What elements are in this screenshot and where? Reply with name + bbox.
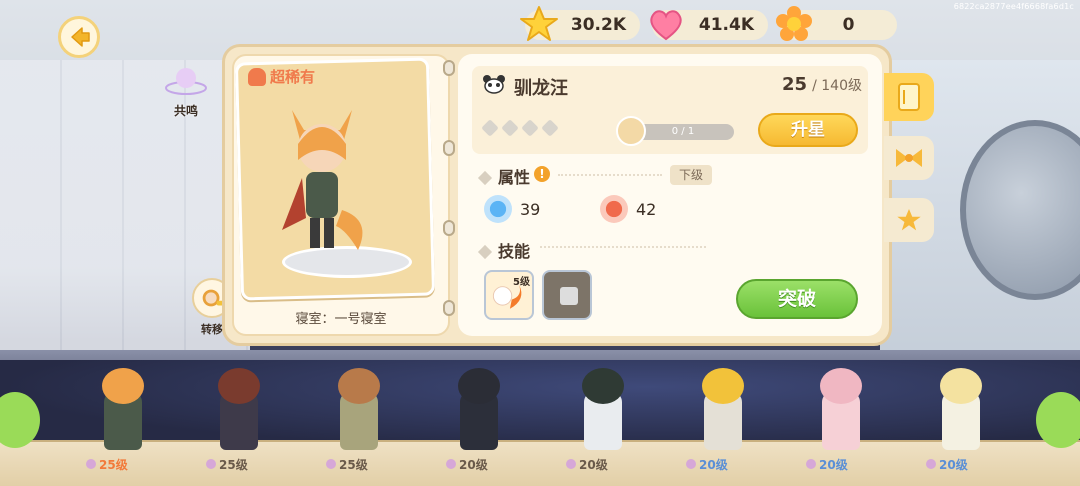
skill-level: 5级: [513, 277, 530, 288]
hero-roster: [0, 350, 1080, 486]
tab-talent[interactable]: [884, 198, 934, 242]
star-icon: [520, 6, 558, 41]
attributes-title-text: 属性: [498, 168, 531, 187]
star-slot-icon: [541, 119, 559, 137]
hero-level: 25 / 140级: [760, 74, 862, 95]
roster-level: 20级: [819, 457, 848, 472]
roster-level-tag: 25级: [86, 456, 128, 472]
panda-icon: [483, 75, 505, 94]
roster-level: 20级: [579, 457, 608, 472]
roster-hero[interactable]: [88, 358, 158, 454]
level-pip-icon: [806, 459, 816, 469]
roster-level-tag: 20级: [446, 456, 488, 472]
transfer-label: 转移: [201, 323, 223, 336]
level-pip-icon: [926, 459, 936, 469]
skills-title: 技能: [477, 238, 531, 262]
heart-icon: [650, 10, 682, 41]
breakthrough-button[interactable]: 突破: [736, 279, 858, 319]
heart-currency-counter: 41.4K: [650, 10, 768, 41]
fire-stat-icon: [600, 195, 628, 223]
level-pip-icon: [566, 459, 576, 469]
roster-level: 25级: [339, 457, 368, 472]
roster-level: 20级: [699, 457, 728, 472]
roster-level: 25级: [99, 457, 128, 472]
bow-icon: [896, 149, 922, 167]
diamond-bullet-icon: [477, 170, 493, 186]
diamond-bullet-icon: [477, 244, 493, 260]
roster-hero[interactable]: [926, 358, 996, 454]
rarity-bell-icon: [248, 67, 266, 86]
water-stat-icon: [484, 195, 512, 223]
back-arrow-icon: [71, 27, 90, 47]
hero-level-current: 25: [781, 74, 808, 95]
star-rating: [481, 119, 559, 137]
skill-slot-2-locked[interactable]: [542, 270, 592, 320]
level-pip-icon: [326, 459, 336, 469]
hero-name: 驯龙汪: [514, 78, 568, 99]
divider-dots: [540, 246, 706, 248]
flower-currency-counter: 0: [776, 6, 897, 41]
level-pip-icon: [686, 459, 696, 469]
card-icon: [898, 83, 920, 111]
roster-level-tag: 25级: [206, 456, 248, 472]
star-icon: [897, 208, 921, 231]
resonance-button[interactable]: 共鸣: [160, 66, 212, 119]
skill-slot-1[interactable]: 5级: [484, 270, 534, 320]
hero-level-max: / 140级: [812, 78, 862, 94]
roster-hero[interactable]: [806, 358, 876, 454]
roster-hero[interactable]: [568, 358, 638, 454]
star-slot-icon: [501, 119, 519, 137]
stat-water: 39: [484, 195, 540, 223]
rarity-label: 超稀有: [270, 68, 316, 86]
tab-details[interactable]: [884, 73, 934, 121]
roster-level: 20级: [459, 457, 488, 472]
roster-hero[interactable]: [444, 358, 514, 454]
hero-portrait: [282, 110, 363, 250]
level-pip-icon: [446, 459, 456, 469]
notebook-rings: [443, 60, 455, 330]
lock-icon: [560, 287, 578, 305]
next-level-button[interactable]: 下级: [670, 165, 712, 185]
tab-outfit[interactable]: [884, 136, 934, 180]
shard-progress-bar: 0 / 1: [632, 124, 734, 140]
stat-water-value: 39: [520, 199, 541, 219]
roster-level: 25级: [219, 457, 248, 472]
level-pip-icon: [86, 459, 96, 469]
resonance-label: 共鸣: [173, 104, 198, 118]
resonance-icon: [165, 68, 207, 95]
roster-level-tag: 25级: [326, 456, 368, 472]
roster-level: 20级: [939, 457, 968, 472]
hero-shard-icon: [616, 116, 646, 146]
star-currency-value: 30.2K: [570, 15, 626, 35]
roster-level-tag: 20级: [686, 456, 728, 472]
star-currency-counter: 30.2K: [520, 6, 640, 41]
level-pip-icon: [206, 459, 216, 469]
star-slot-icon: [521, 119, 539, 137]
roster-level-tag: 20级: [926, 456, 968, 472]
info-icon[interactable]: !: [534, 166, 550, 182]
flower-currency-value: 0: [842, 15, 855, 35]
rarity-tag: 超稀有: [248, 66, 315, 87]
skills-title-text: 技能: [498, 242, 531, 261]
star-slot-icon: [481, 119, 499, 137]
watermark: 6822ca2877ee4f6668fa6d1c: [953, 2, 1074, 11]
stat-fire-value: 42: [636, 199, 657, 219]
divider-dots: [558, 174, 662, 176]
dorm-label: 寝室：一号寝室: [295, 312, 387, 327]
back-button[interactable]: [58, 16, 100, 58]
roster-hero[interactable]: [204, 358, 274, 454]
upgrade-star-button[interactable]: 升星: [758, 113, 858, 147]
attributes-title: 属性: [477, 164, 531, 188]
heart-currency-value: 41.4K: [698, 15, 754, 35]
roster-level-tag: 20级: [806, 456, 848, 472]
stat-fire: 42: [600, 195, 656, 223]
roster-hero[interactable]: [688, 358, 758, 454]
roster-hero[interactable]: [324, 358, 394, 454]
roster-level-tag: 20级: [566, 456, 608, 472]
flower-icon: [776, 6, 812, 41]
